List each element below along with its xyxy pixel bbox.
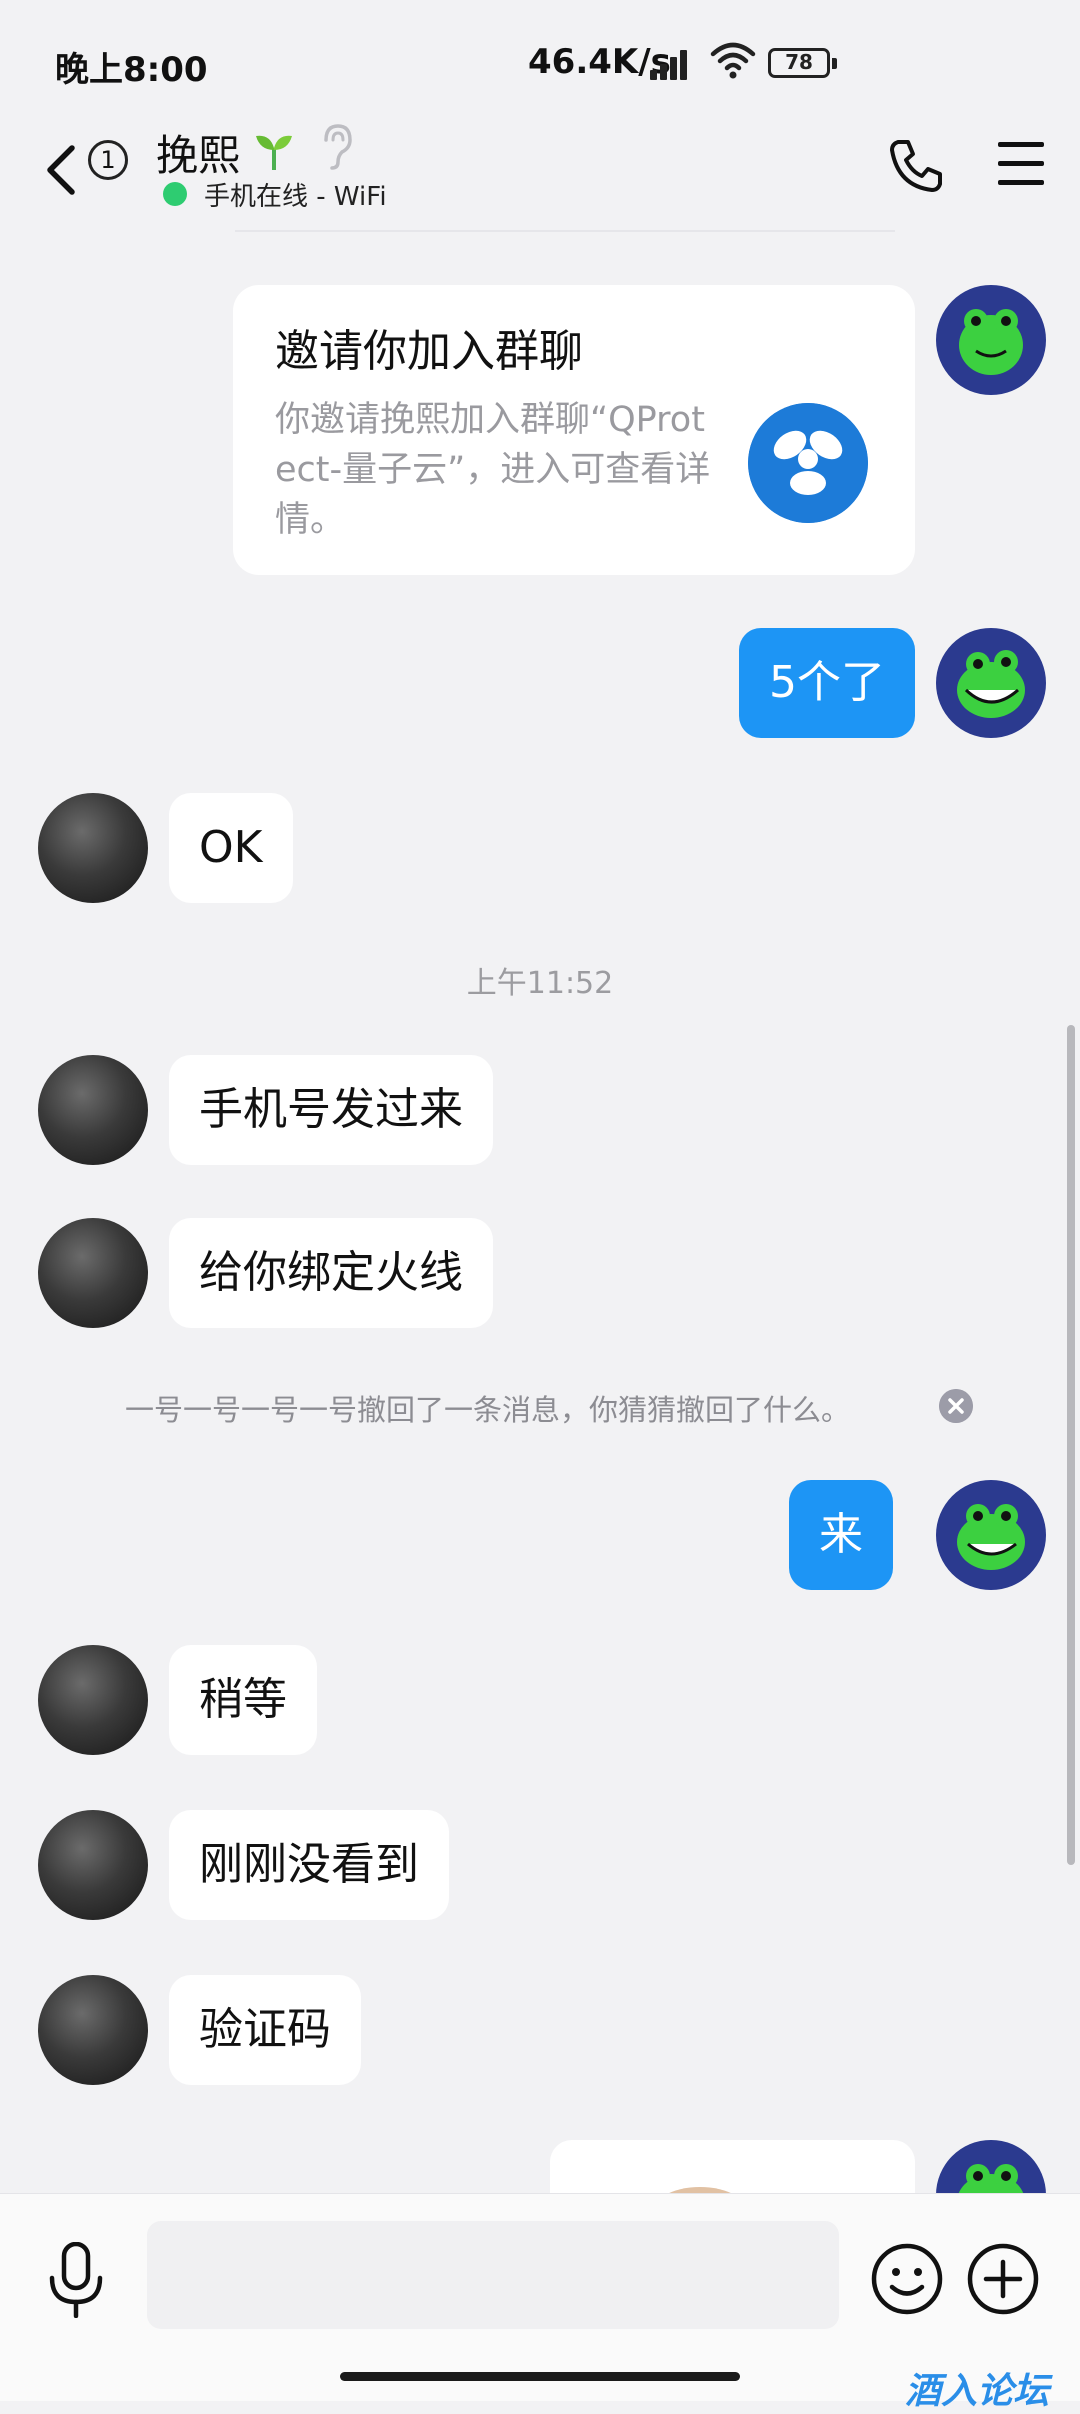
home-indicator[interactable] bbox=[340, 2372, 740, 2381]
message-bubble-sent[interactable]: 5个了 bbox=[739, 628, 915, 738]
dismiss-icon[interactable] bbox=[939, 1389, 973, 1423]
chat-header: 1 挽熙 手机在线 - WiFi bbox=[0, 110, 1080, 230]
my-avatar[interactable] bbox=[936, 285, 1046, 395]
ear-icon[interactable] bbox=[316, 122, 356, 172]
sprout-icon bbox=[256, 135, 292, 170]
scrollbar[interactable] bbox=[1067, 1025, 1075, 1865]
recall-notice: 一号一号一号一号撤回了一条消息，你猜猜撤回了什么。 bbox=[125, 1393, 851, 1427]
input-bar: 酒入论坛 bbox=[0, 2193, 1080, 2412]
contact-avatar[interactable] bbox=[38, 1218, 148, 1328]
forum-watermark: 酒入论坛 bbox=[905, 2371, 1050, 2412]
status-time: 晚上8:00 bbox=[55, 50, 208, 90]
invite-description: 你邀请挽熙加入群聊“QProtect-量子云”，进入可查看详情。 bbox=[275, 400, 711, 540]
message-input[interactable] bbox=[147, 2221, 839, 2329]
phone-icon[interactable] bbox=[888, 136, 946, 194]
wifi-icon bbox=[710, 42, 756, 79]
message-bubble-received[interactable]: 给你绑定火线 bbox=[169, 1218, 493, 1328]
online-indicator bbox=[163, 182, 187, 206]
group-invite-card[interactable]: 邀请你加入群聊 你邀请挽熙加入群聊“QProtect-量子云”，进入可查看详情。 bbox=[233, 285, 915, 575]
battery-level: 78 bbox=[785, 50, 813, 74]
message-bubble-received[interactable]: 刚刚没看到 bbox=[169, 1810, 449, 1920]
contact-avatar[interactable] bbox=[38, 1055, 148, 1165]
emoji-icon[interactable] bbox=[870, 2242, 944, 2316]
header-divider bbox=[235, 230, 895, 232]
invite-title: 邀请你加入群聊 bbox=[275, 326, 583, 377]
group-chat-icon bbox=[748, 403, 868, 523]
my-avatar[interactable] bbox=[936, 1480, 1046, 1590]
mic-icon[interactable] bbox=[46, 2242, 106, 2318]
message-timestamp: 上午11:52 bbox=[466, 966, 614, 1001]
unread-count-badge[interactable]: 1 bbox=[88, 140, 128, 180]
message-bubble-received[interactable]: OK bbox=[169, 793, 293, 903]
signal-icon bbox=[650, 46, 698, 80]
plus-icon[interactable] bbox=[966, 2242, 1040, 2316]
contact-avatar[interactable] bbox=[38, 1645, 148, 1755]
contact-avatar[interactable] bbox=[38, 1810, 148, 1920]
message-bubble-sent[interactable]: 来 bbox=[789, 1480, 893, 1590]
my-avatar[interactable] bbox=[936, 628, 1046, 738]
back-icon[interactable] bbox=[40, 140, 82, 200]
contact-avatar[interactable] bbox=[38, 793, 148, 903]
contact-name[interactable]: 挽熙 bbox=[156, 122, 240, 183]
message-bubble-received[interactable]: 手机号发过来 bbox=[169, 1055, 493, 1165]
battery-icon: 78 bbox=[768, 48, 837, 78]
menu-icon[interactable] bbox=[998, 142, 1044, 186]
message-bubble-received[interactable]: 验证码 bbox=[169, 1975, 361, 2085]
message-bubble-received[interactable]: 稍等 bbox=[169, 1645, 317, 1755]
contact-avatar[interactable] bbox=[38, 1975, 148, 2085]
online-status: 手机在线 - WiFi bbox=[204, 182, 387, 212]
